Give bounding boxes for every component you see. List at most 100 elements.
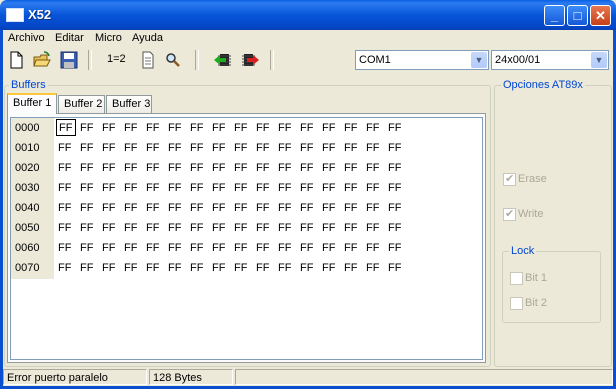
hex-byte-cell[interactable]: FF [124,222,146,234]
hex-byte-cell[interactable]: FF [300,122,322,134]
hex-byte-cell[interactable]: FF [366,202,388,214]
hex-byte-cell[interactable]: FF [278,222,300,234]
hex-byte-cell[interactable]: FF [168,122,190,134]
hex-byte-cell[interactable]: FF [234,162,256,174]
hex-byte-cell[interactable]: FF [322,182,344,194]
tab-buffer-3[interactable]: Buffer 3 [106,95,152,113]
hex-byte-cell[interactable]: FF [278,182,300,194]
hex-byte-cell[interactable]: FF [278,142,300,154]
hex-byte-cell[interactable]: FF [58,202,80,214]
hex-byte-cell[interactable]: FF [102,142,124,154]
hex-byte-cell[interactable]: FF [322,222,344,234]
hex-byte-cell[interactable]: FF [388,262,410,274]
menu-ayuda[interactable]: Ayuda [132,32,163,44]
hex-byte-cell[interactable]: FF [146,122,168,134]
menu-archivo[interactable]: Archivo [8,32,45,44]
hex-byte-cell[interactable]: FF [58,182,80,194]
hex-byte-cell[interactable]: FF [124,162,146,174]
hex-byte-cell[interactable]: FF [234,122,256,134]
hex-byte-cell[interactable]: FF [212,262,234,274]
ratio-button[interactable]: 1=2 [107,50,133,70]
hex-byte-cell[interactable]: FF [300,262,322,274]
port-select[interactable]: COM1 ▼ [355,50,489,70]
hex-byte-cell[interactable]: FF [124,262,146,274]
hex-byte-cell[interactable]: FF [234,142,256,154]
maximize-button[interactable]: □ [567,5,588,26]
hex-byte-cell[interactable]: FF [212,242,234,254]
hex-byte-cell[interactable]: FF [388,122,410,134]
hex-byte-cell[interactable]: FF [256,242,278,254]
hex-byte-cell[interactable]: FF [278,122,300,134]
hex-byte-cell[interactable]: FF [212,222,234,234]
hex-byte-cell[interactable]: FF [366,262,388,274]
bit2-checkbox[interactable] [510,297,523,310]
hex-byte-cell[interactable]: FF [344,122,366,134]
hex-byte-cell[interactable]: FF [56,119,76,136]
hex-byte-cell[interactable]: FF [124,182,146,194]
hex-byte-cell[interactable]: FF [234,202,256,214]
hex-byte-cell[interactable]: FF [146,142,168,154]
tab-buffer-1[interactable]: Buffer 1 [7,93,57,114]
hex-byte-cell[interactable]: FF [388,162,410,174]
hex-byte-cell[interactable]: FF [190,202,212,214]
hex-byte-cell[interactable]: FF [322,122,344,134]
hex-byte-cell[interactable]: FF [146,242,168,254]
hex-byte-cell[interactable]: FF [80,242,102,254]
hex-byte-cell[interactable]: FF [102,262,124,274]
menu-editar[interactable]: Editar [55,32,84,44]
hex-byte-cell[interactable]: FF [344,222,366,234]
hex-byte-cell[interactable]: FF [80,262,102,274]
hex-byte-cell[interactable]: FF [190,242,212,254]
hex-byte-cell[interactable]: FF [58,162,80,174]
hex-byte-cell[interactable]: FF [300,142,322,154]
hex-byte-cell[interactable]: FF [234,242,256,254]
close-button[interactable]: ✕ [590,5,611,26]
hex-byte-cell[interactable]: FF [102,202,124,214]
hex-byte-cell[interactable]: FF [80,162,102,174]
hex-byte-cell[interactable]: FF [212,142,234,154]
hex-byte-cell[interactable]: FF [212,182,234,194]
hex-byte-cell[interactable]: FF [80,142,102,154]
hex-byte-cell[interactable]: FF [212,162,234,174]
hex-byte-cell[interactable]: FF [344,142,366,154]
hex-byte-cell[interactable]: FF [80,182,102,194]
hex-byte-cell[interactable]: FF [190,162,212,174]
hex-byte-cell[interactable]: FF [146,262,168,274]
dropdown-arrow-icon[interactable]: ▼ [471,52,487,68]
hex-byte-cell[interactable]: FF [322,142,344,154]
menu-micro[interactable]: Micro [95,32,122,44]
hex-byte-cell[interactable]: FF [278,162,300,174]
bit1-checkbox[interactable] [510,272,523,285]
hex-byte-cell[interactable]: FF [234,222,256,234]
hex-byte-cell[interactable]: FF [146,222,168,234]
hex-byte-cell[interactable]: FF [344,242,366,254]
hex-byte-cell[interactable]: FF [212,202,234,214]
hex-byte-cell[interactable]: FF [300,242,322,254]
hex-byte-cell[interactable]: FF [388,222,410,234]
hex-byte-cell[interactable]: FF [168,222,190,234]
document-button[interactable] [138,50,158,70]
hex-byte-cell[interactable]: FF [190,222,212,234]
hex-byte-cell[interactable]: FF [102,122,124,134]
hex-byte-cell[interactable]: FF [58,222,80,234]
read-chip-button[interactable] [213,50,233,70]
hex-byte-cell[interactable]: FF [190,182,212,194]
hex-byte-cell[interactable]: FF [234,262,256,274]
hex-byte-cell[interactable]: FF [80,122,102,134]
hex-byte-cell[interactable]: FF [58,142,80,154]
hex-byte-cell[interactable]: FF [58,242,80,254]
hex-byte-cell[interactable]: FF [300,202,322,214]
hex-byte-cell[interactable]: FF [124,202,146,214]
hex-byte-cell[interactable]: FF [190,142,212,154]
hex-byte-cell[interactable]: FF [388,202,410,214]
hex-byte-cell[interactable]: FF [366,242,388,254]
search-button[interactable] [163,50,183,70]
hex-byte-cell[interactable]: FF [102,222,124,234]
write-checkbox[interactable]: ✔ [503,208,516,221]
hex-byte-cell[interactable]: FF [322,202,344,214]
hex-byte-cell[interactable]: FF [366,142,388,154]
hex-byte-cell[interactable]: FF [168,182,190,194]
hex-byte-cell[interactable]: FF [146,182,168,194]
hex-byte-cell[interactable]: FF [256,142,278,154]
hex-byte-cell[interactable]: FF [366,182,388,194]
